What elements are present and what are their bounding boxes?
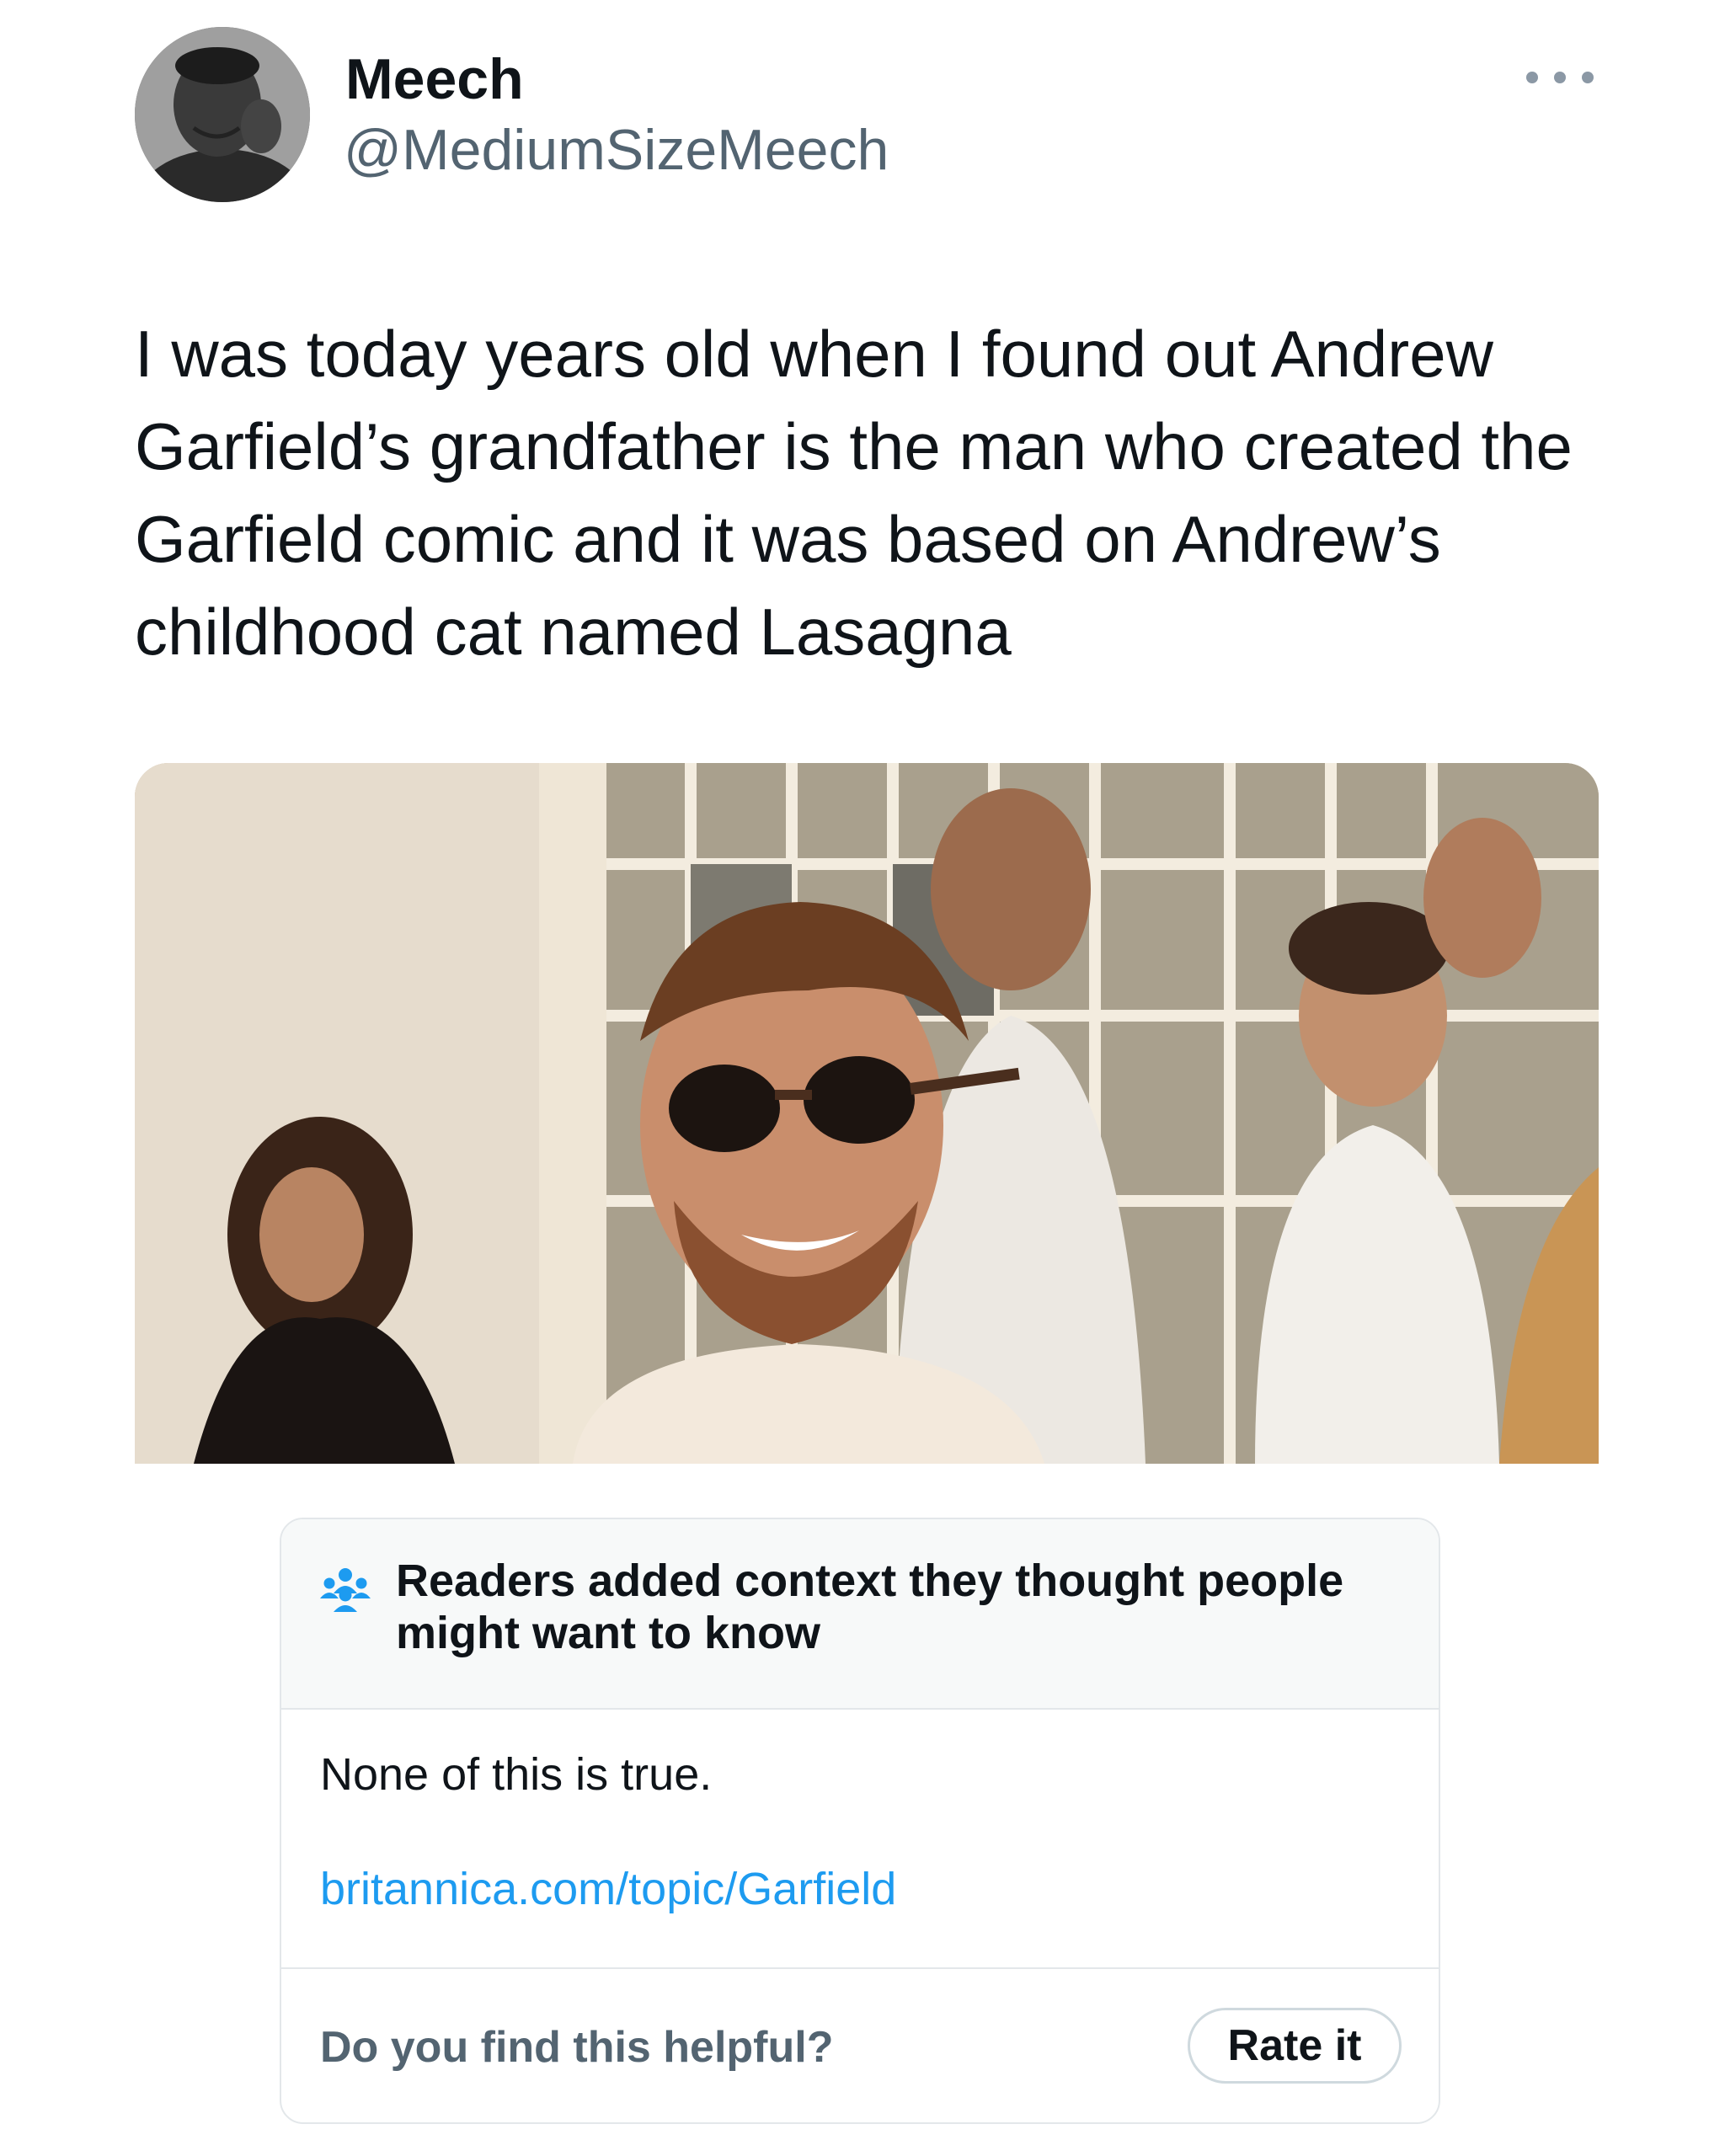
community-note-source-link[interactable]: britannica.com/topic/Garfield: [320, 1860, 896, 1919]
tweet-photo[interactable]: [135, 763, 1599, 1464]
more-options-button[interactable]: [1526, 61, 1594, 94]
community-note-title: Readers added context they thought peopl…: [396, 1556, 1344, 1658]
avatar[interactable]: [135, 27, 310, 202]
rate-it-button[interactable]: Rate it: [1188, 2008, 1402, 2084]
community-note: Readers added context they thought peopl…: [280, 1518, 1440, 2124]
tweet-text: I was today years old when I found out A…: [135, 317, 1591, 669]
avatar-photo: [135, 27, 310, 202]
more-dots-icon: [1526, 72, 1538, 83]
author-handle[interactable]: @MediumSizeMeech: [344, 116, 889, 184]
community-note-body: None of this is true.: [320, 1749, 713, 1800]
more-dots-icon: [1582, 72, 1594, 83]
photo-image: [135, 763, 1599, 1464]
more-dots-icon: [1554, 72, 1566, 83]
community-note-footer: Do you find this helpful? Rate it: [281, 1967, 1439, 2122]
author-display-name[interactable]: Meech: [345, 45, 524, 113]
readers-group-icon: [320, 1568, 371, 1612]
tweet: Meech @MediumSizeMeech I was today years…: [0, 0, 1725, 2156]
helpful-question: Do you find this helpful?: [320, 2023, 834, 2072]
community-note-header: Readers added context they thought peopl…: [281, 1519, 1439, 1710]
